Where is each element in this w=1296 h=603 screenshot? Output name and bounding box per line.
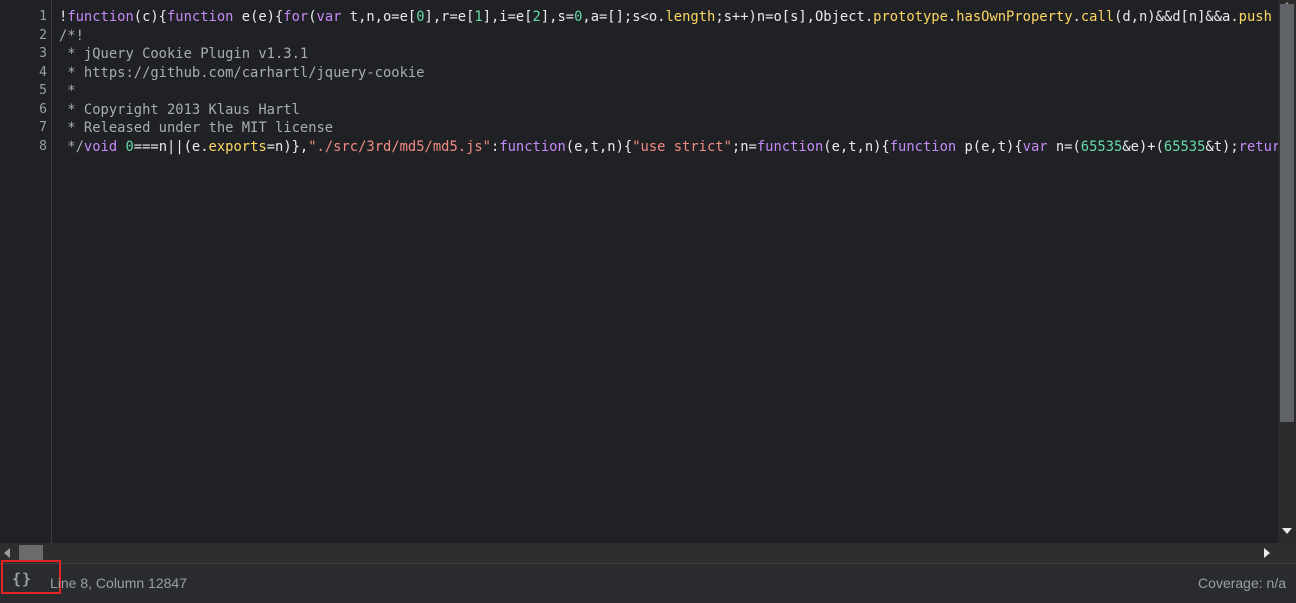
code-token: 65535	[1080, 138, 1123, 155]
line-number[interactable]: 1	[39, 8, 47, 27]
cursor-position[interactable]: Line 8, Column 12847	[50, 575, 187, 591]
code-token: ===n||(e.	[133, 138, 209, 155]
code-token: (e,t,n){	[823, 138, 890, 155]
code-token: .	[1072, 9, 1081, 25]
code-token: /*!	[59, 27, 84, 44]
code-token: * https://github.com/carhartl/jquery-coo…	[59, 64, 425, 81]
code-token: p(e,t){	[956, 138, 1023, 155]
line-number[interactable]: 5	[39, 82, 47, 101]
code-token: (d,n)&&d[n]&&a.	[1114, 9, 1239, 25]
line-number[interactable]: 3	[39, 45, 47, 64]
code-token: exports	[208, 138, 267, 155]
code-token: function	[167, 9, 234, 25]
code-area[interactable]: !function(c){function e(e){for(var t,n,o…	[59, 0, 1278, 543]
line-number[interactable]: 7	[39, 119, 47, 138]
code-token: ;n=	[731, 138, 757, 155]
code-token: length	[665, 9, 716, 25]
code-token: 0	[416, 9, 425, 25]
horizontal-scroll-thumb[interactable]	[19, 545, 43, 561]
code-token: hasOwnProperty	[956, 9, 1073, 25]
code-token: 1	[474, 9, 483, 25]
code-token: void	[83, 138, 118, 155]
code-token: * jQuery Cookie Plugin v1.3.1	[59, 46, 309, 62]
code-token: var	[316, 9, 342, 25]
line-number[interactable]: 6	[39, 101, 47, 120]
code-token: ],r=e[	[424, 9, 475, 25]
code-token: for	[283, 9, 309, 25]
code-token: call	[1080, 9, 1115, 25]
code-token: t,n,o=e[	[341, 9, 417, 25]
curly-braces-icon[interactable]: {}	[12, 570, 32, 588]
code-token: push	[1238, 9, 1272, 25]
status-bar: {} Line 8, Column 12847 Coverage: n/a	[0, 560, 1296, 603]
code-token: 65535	[1163, 138, 1206, 155]
code-token: ],i=e[	[482, 9, 533, 25]
code-token: ;s++)n=o[s],Object.	[715, 9, 874, 25]
vertical-scrollbar[interactable]	[1278, 0, 1296, 543]
code-line[interactable]: * Released under the MIT license	[59, 119, 333, 138]
code-token: ],s=	[540, 9, 575, 25]
code-line[interactable]: /*!	[59, 27, 84, 46]
triangle-down-icon[interactable]	[1282, 528, 1292, 534]
horizontal-scrollbar[interactable]	[0, 543, 1278, 563]
code-token: 2	[532, 9, 541, 25]
line-number-gutter: 12345678	[0, 0, 52, 543]
code-token: function	[756, 138, 824, 155]
triangle-left-icon[interactable]	[4, 548, 10, 558]
code-token: "use strict"	[632, 138, 732, 155]
code-token: *	[59, 83, 76, 99]
line-number[interactable]: 8	[39, 138, 47, 157]
code-token: "./src/3rd/md5/md5.js"	[308, 138, 491, 155]
code-token: var	[1022, 138, 1048, 155]
code-token: 0	[125, 138, 134, 155]
code-line[interactable]: *	[59, 82, 76, 101]
scrollbar-corner	[1278, 543, 1296, 563]
code-token: =n)},	[266, 138, 309, 155]
code-line[interactable]: * https://github.com/carhartl/jquery-coo…	[59, 64, 424, 83]
code-token: */	[59, 138, 84, 155]
code-token: (c){	[133, 9, 167, 25]
line-number[interactable]: 2	[39, 27, 47, 46]
coverage-status: Coverage: n/a	[1198, 575, 1286, 591]
code-token: (	[308, 9, 317, 25]
vertical-scroll-thumb[interactable]	[1280, 4, 1294, 422]
code-token: n=(	[1047, 138, 1081, 155]
code-token: &e)+(	[1122, 138, 1164, 155]
code-token: &t);	[1205, 138, 1239, 155]
code-token: * Released under the MIT license	[59, 120, 334, 136]
code-token: (e,t,n){	[565, 138, 633, 155]
code-token: function	[889, 138, 957, 155]
code-token: function	[67, 9, 134, 25]
code-line[interactable]: * jQuery Cookie Plugin v1.3.1	[59, 45, 308, 64]
code-token: function	[499, 138, 566, 155]
code-token: prototype	[873, 9, 948, 25]
line-number[interactable]: 4	[39, 64, 47, 83]
code-token: ,a=[];s<o.	[582, 9, 666, 25]
triangle-right-icon[interactable]	[1264, 548, 1270, 558]
code-token: e(e){	[233, 9, 284, 25]
code-line[interactable]: * Copyright 2013 Klaus Hartl	[59, 101, 300, 120]
code-token: * Copyright 2013 Klaus Hartl	[59, 101, 300, 118]
code-token: return	[1238, 138, 1278, 155]
source-editor[interactable]: 12345678 !function(c){function e(e){for(…	[0, 0, 1296, 543]
code-token: .	[947, 9, 957, 25]
code-line[interactable]: !function(c){function e(e){for(var t,n,o…	[59, 8, 1272, 27]
code-line[interactable]: */void 0===n||(e.exports=n)},"./src/3rd/…	[59, 138, 1278, 157]
